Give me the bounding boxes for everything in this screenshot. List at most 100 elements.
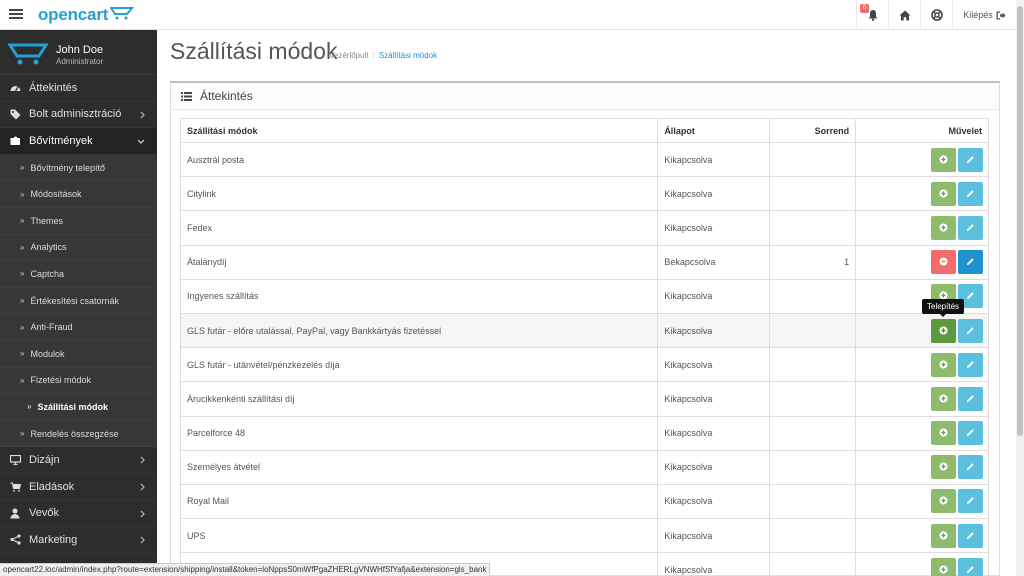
cell-name: Royal Mail xyxy=(179,483,659,520)
edit-button[interactable] xyxy=(958,557,983,576)
sidebar-item-design[interactable]: Dizájn xyxy=(0,447,157,474)
cell-status: Kikapcsolva xyxy=(657,552,771,576)
sidebar-subitem-shipping[interactable]: » Szállítási módok xyxy=(0,394,157,421)
cell-name: Árucikkenkénti szállítási díj xyxy=(179,381,659,417)
edit-button[interactable] xyxy=(958,215,983,240)
sidebar-subitem-modifications[interactable]: » Módosítások xyxy=(0,181,157,208)
edit-button[interactable] xyxy=(958,421,983,446)
tooltip-arrow xyxy=(939,313,947,317)
menu-toggle-icon[interactable] xyxy=(9,9,23,21)
sidebar-subitem-anti-fraud[interactable]: » Anti-Fraud xyxy=(0,314,157,341)
sidebar-subitem-feeds[interactable]: » Értékesítési csatornák xyxy=(0,287,157,315)
edit-button[interactable] xyxy=(958,523,983,548)
cell-status: Kikapcsolva xyxy=(657,210,771,246)
edit-button[interactable] xyxy=(958,352,983,377)
tag-icon xyxy=(9,109,21,120)
table-row: Ingyenes szállítás Kikapcsolva xyxy=(179,278,989,314)
install-button[interactable] xyxy=(931,147,956,172)
install-button[interactable] xyxy=(931,421,956,446)
table-row: GLS futár - utánvétel/pénzkezelés díja Ki… xyxy=(179,347,989,383)
logo-cart-icon xyxy=(110,7,135,20)
sidebar-item-marketing[interactable]: Marketing xyxy=(0,527,157,554)
cell-status: Bekapcsolva xyxy=(657,244,771,280)
cell-name: Parcelforce 48 xyxy=(179,415,659,451)
cell-order xyxy=(769,449,857,485)
logout-button[interactable]: Kilépés xyxy=(952,0,1016,30)
home-icon xyxy=(899,10,910,20)
panel-heading: Áttekintés xyxy=(171,83,999,110)
uninstall-button[interactable] xyxy=(931,250,956,275)
sidebar-subitem-label: Modulok xyxy=(30,348,65,359)
browser-status-url: opencart22.loc/admin/index.php?route=ext… xyxy=(0,563,491,576)
edit-button[interactable] xyxy=(958,455,983,480)
column-header-order: Sorrend xyxy=(769,118,857,143)
cell-order xyxy=(769,347,857,383)
install-button[interactable] xyxy=(931,181,956,206)
shipping-methods-table: Szállítási módok Állapot Sorrend Művelet… xyxy=(179,118,989,576)
install-button[interactable] xyxy=(931,215,956,240)
cell-status: Kikapcsolva xyxy=(657,278,771,314)
double-angle-right-icon: » xyxy=(20,189,25,199)
sidebar-subitem-installer[interactable]: » Bővítmény telepítő xyxy=(0,154,157,182)
install-button[interactable] xyxy=(931,557,956,576)
edit-button[interactable] xyxy=(958,386,983,411)
sidebar-subitem-label: Módosítások xyxy=(30,189,82,200)
install-button[interactable] xyxy=(931,352,956,377)
opencart-logo[interactable]: opencart xyxy=(38,5,135,25)
sidebar-subitem-order-totals[interactable]: » Rendelés összegzése xyxy=(0,420,157,448)
scrollbar-thumb[interactable] xyxy=(1017,6,1023,436)
edit-button[interactable] xyxy=(958,147,983,172)
column-header-name[interactable]: Szállítási módok xyxy=(179,118,659,143)
install-button[interactable] xyxy=(931,523,956,548)
table-row: Árucikkenkénti szállítási díj Kikapcsolva xyxy=(179,381,989,417)
sidebar-subitem-label: Fizetési módok xyxy=(30,375,91,386)
user-name: John Doe xyxy=(56,44,104,56)
install-button[interactable] xyxy=(931,386,956,411)
cell-actions xyxy=(855,483,989,520)
table-row: UPS Kikapcsolva xyxy=(179,518,989,554)
edit-button[interactable] xyxy=(958,489,983,514)
table-row: GLS futár - előre utalással, PayPal, vag… xyxy=(179,312,989,349)
sidebar-item-sales[interactable]: Eladások xyxy=(0,474,157,501)
cell-order xyxy=(769,552,857,576)
double-angle-right-icon: » xyxy=(20,429,25,439)
sidebar-subitem-captcha[interactable]: » Captcha xyxy=(0,261,157,288)
sidebar-item-customers[interactable]: Vevők xyxy=(0,501,157,528)
double-angle-right-icon: » xyxy=(20,296,25,306)
edit-button[interactable] xyxy=(958,318,983,343)
home-button[interactable] xyxy=(888,0,920,30)
cell-status: Kikapcsolva xyxy=(657,312,771,349)
install-button[interactable] xyxy=(931,318,956,343)
sidebar-item-dashboard[interactable]: Áttekintés xyxy=(0,75,157,102)
double-angle-right-icon: » xyxy=(20,322,25,332)
sidebar-subitem-modules[interactable]: » Modulok xyxy=(0,340,157,368)
chevron-right-icon xyxy=(140,483,145,491)
cell-name: Ausztrál posta xyxy=(179,141,659,178)
user-profile[interactable]: John Doe Administrator xyxy=(0,30,157,75)
table-header-row: Szállítási módok Állapot Sorrend Művelet xyxy=(179,118,989,143)
cell-order xyxy=(769,141,857,178)
cell-order xyxy=(769,483,857,520)
edit-button[interactable] xyxy=(958,250,983,275)
sidebar-subitem-themes[interactable]: » Themes xyxy=(0,207,157,235)
cell-status: Kikapcsolva xyxy=(657,381,771,417)
sidebar-subitem-payments[interactable]: » Fizetési módok xyxy=(0,367,157,395)
sidebar-subitem-label: Értékesítési csatornák xyxy=(30,295,119,306)
page-scrollbar[interactable] xyxy=(1016,0,1024,576)
breadcrumb-current-link[interactable]: Szállítási módok xyxy=(379,51,437,60)
life-ring-icon xyxy=(930,9,943,21)
install-button[interactable] xyxy=(931,489,956,514)
sidebar-item-extensions[interactable]: Bővítmények xyxy=(0,128,157,155)
edit-button[interactable] xyxy=(958,181,983,206)
table-row: Parcelforce 48 Kikapcsolva xyxy=(179,415,989,451)
sidebar-item-label: Dizájn xyxy=(29,454,60,467)
install-button[interactable] xyxy=(931,455,956,480)
breadcrumb-home-link[interactable]: Vezérlőpult xyxy=(329,51,369,60)
column-header-status: Állapot xyxy=(657,118,771,143)
sidebar-subitem-label: Captcha xyxy=(30,268,64,279)
cell-status: Kikapcsolva xyxy=(657,449,771,485)
help-button[interactable] xyxy=(920,0,952,30)
sidebar-item-catalog[interactable]: Bolt adminisztráció xyxy=(0,102,157,129)
double-angle-right-icon: » xyxy=(27,402,32,412)
sidebar-subitem-analytics[interactable]: » Analytics xyxy=(0,234,157,262)
